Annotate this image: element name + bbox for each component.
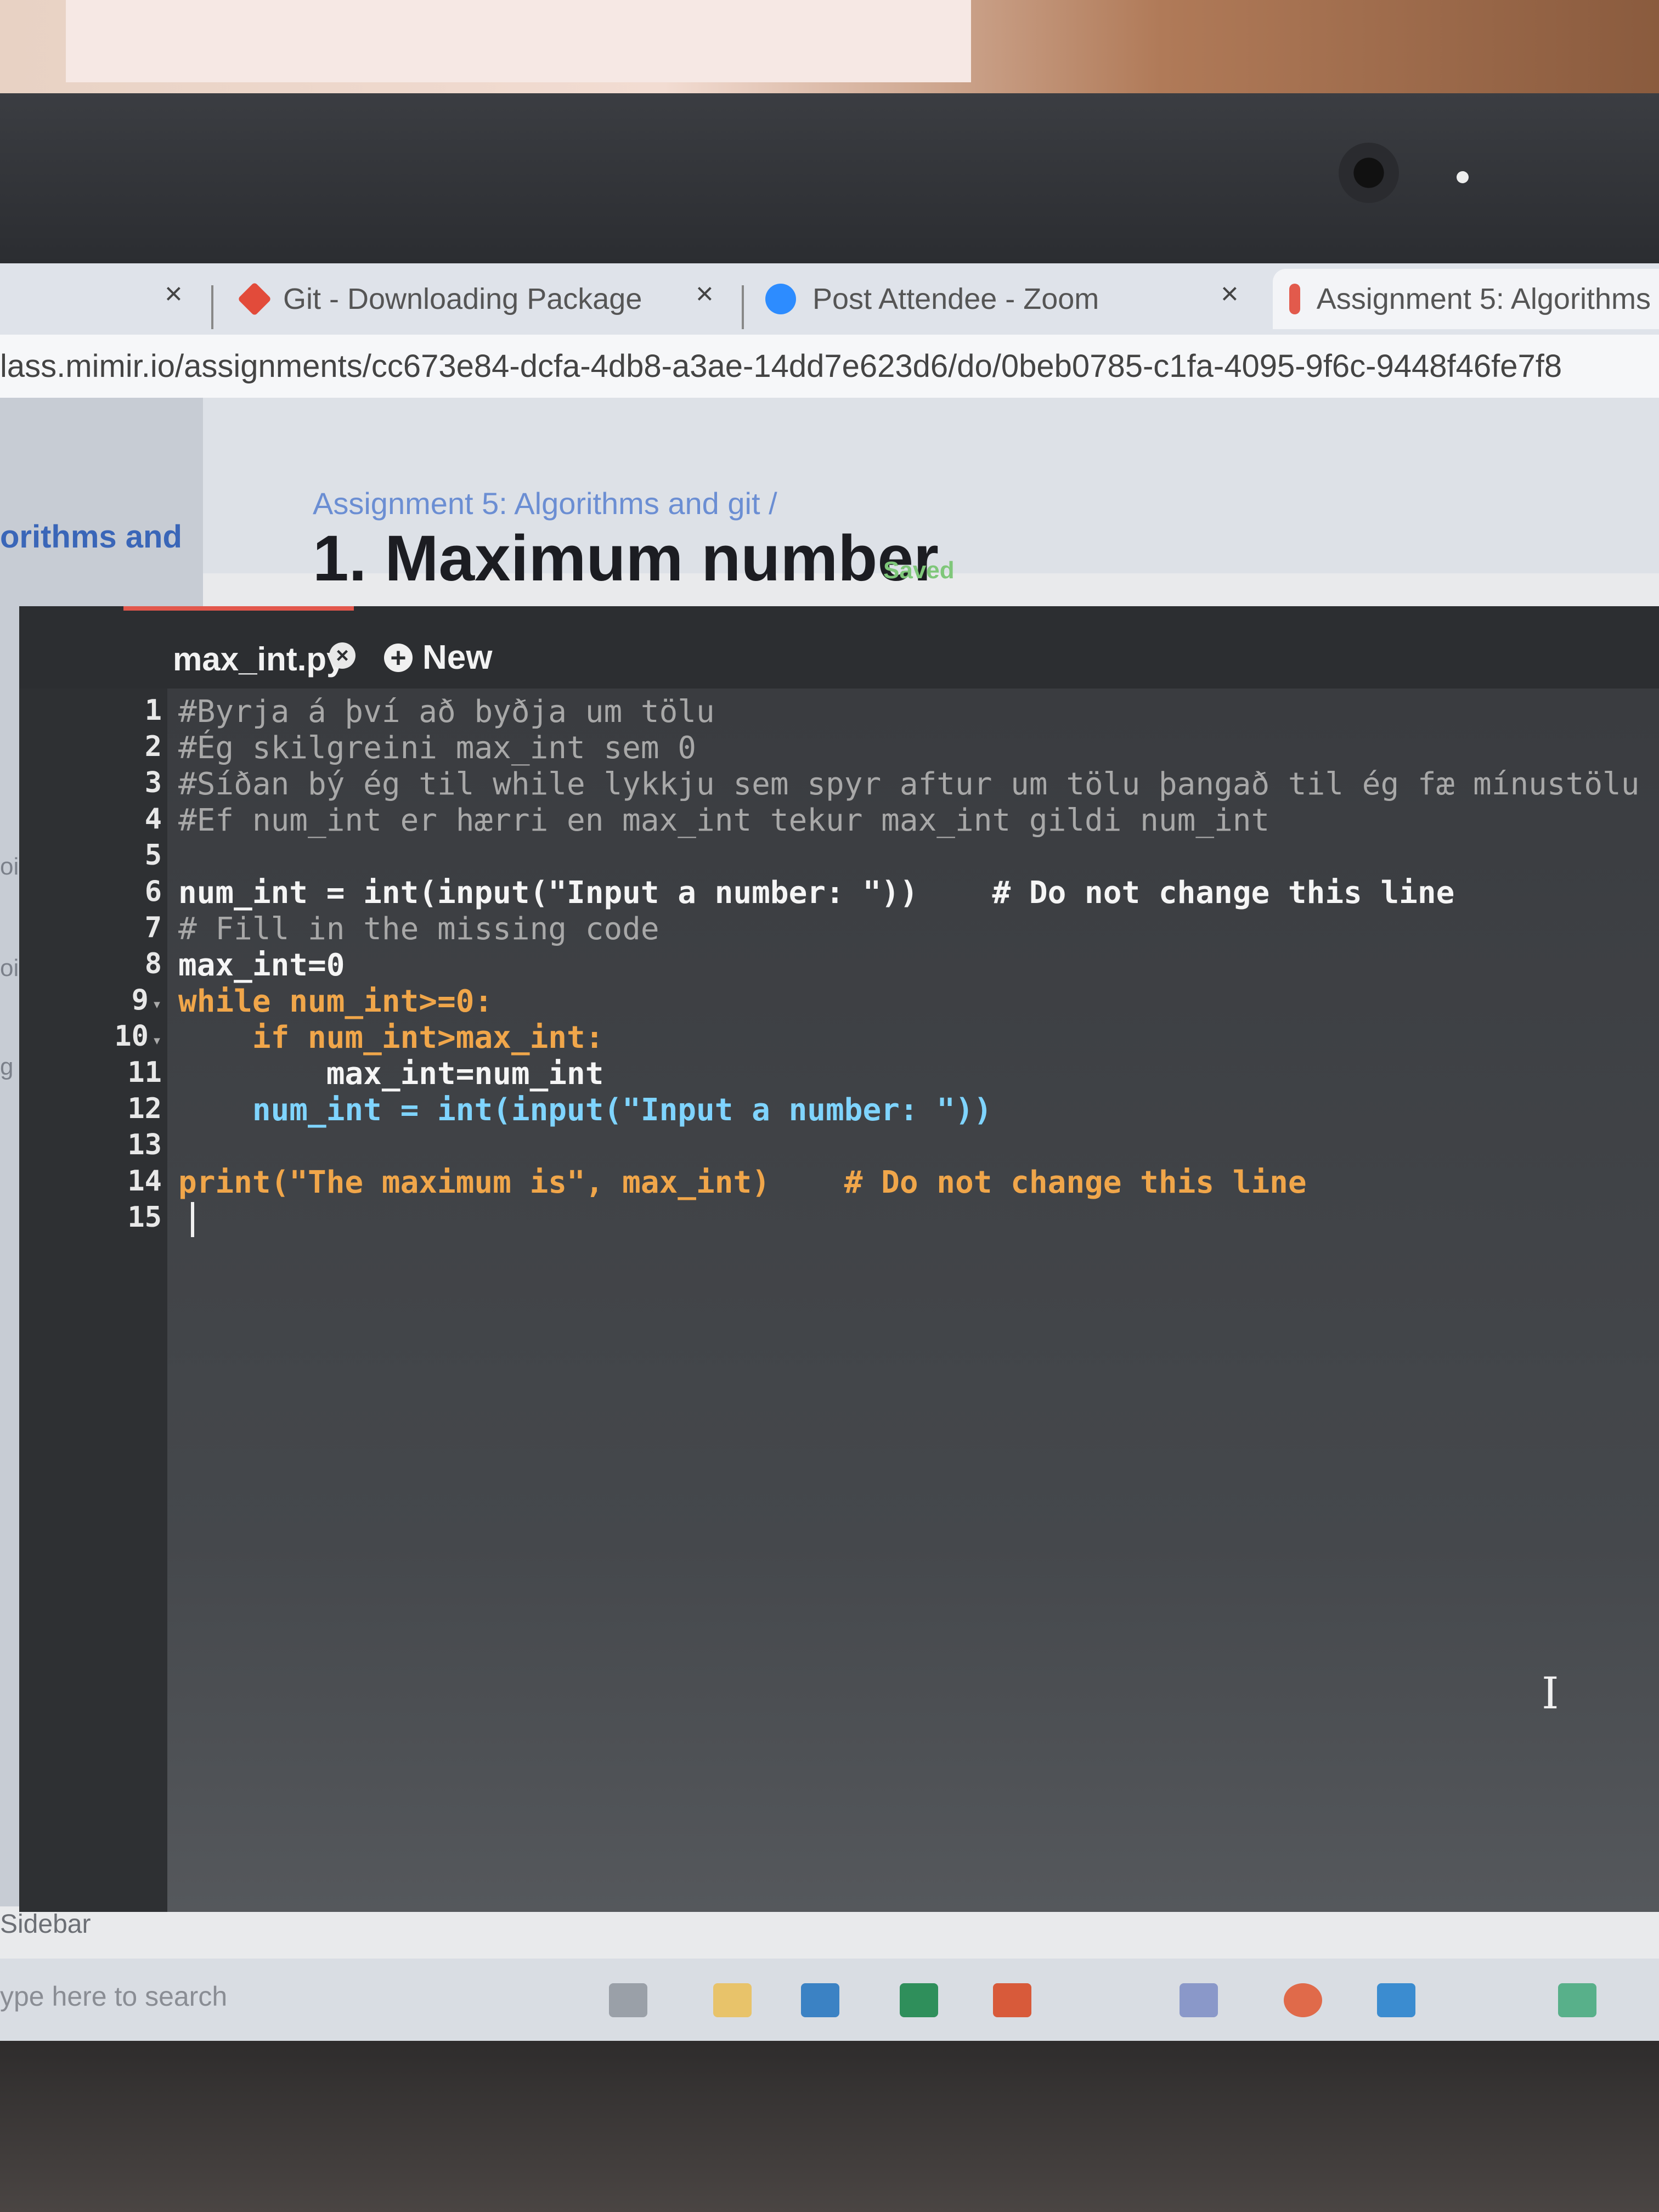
ibeam-cursor-icon: I [1542, 1668, 1559, 1719]
file-explorer-icon[interactable] [713, 1983, 752, 2017]
file-tab-bar: max_int.py × + New [19, 606, 1659, 689]
code-line[interactable]: 10 ▾ if num_int>max_int: [19, 1020, 1659, 1056]
line-number: 1 [144, 694, 162, 727]
tab-git-download[interactable]: Git - Downloading Package [236, 269, 713, 329]
line-number: 6 [144, 875, 162, 908]
mimir-icon [1289, 284, 1300, 314]
code-text: #Síðan bý ég til while lykkju sem spyr a… [178, 766, 1640, 802]
code-text: #Ég skilgreini max_int sem 0 [178, 730, 697, 766]
line-number: 10 ▾ [85, 1020, 162, 1053]
tab-separator [742, 285, 744, 329]
code-text: max_int=0 [178, 947, 345, 983]
file-tab-label: max_int.py [173, 641, 345, 678]
line-number: 2 [144, 730, 162, 763]
active-tab-indicator [123, 606, 354, 611]
code-text: num_int = int(input("Input a number: "))… [178, 875, 1455, 911]
line-number: 8 [144, 947, 162, 980]
laptop-bezel-top [0, 93, 1659, 263]
laptop-bezel-bottom [0, 2041, 1659, 2212]
code-text: # Fill in the missing code [178, 911, 659, 947]
code-text: while num_int>=0: [178, 984, 493, 1019]
line-number: 11 [127, 1056, 162, 1089]
new-file-label: New [422, 639, 493, 676]
tab-title: Assignment 5: Algorithms a [1316, 283, 1659, 315]
code-editor: max_int.py × + New 1 #Byrja á því að byð… [19, 606, 1659, 1912]
plus-icon: + [384, 643, 413, 672]
close-tab-icon[interactable]: × [696, 275, 714, 311]
os-taskbar: ype here to search [0, 1959, 1659, 2041]
screen: × Git - Downloading Package × Post Atten… [0, 263, 1659, 2041]
sidebar-item[interactable]: g [0, 1053, 13, 1081]
line-number: 4 [144, 803, 162, 836]
code-line[interactable]: 9 ▾ while num_int>=0: [19, 984, 1659, 1020]
saved-status-badge: Saved [883, 557, 955, 584]
code-line[interactable]: 7 # Fill in the missing code [19, 911, 1659, 947]
line-number: 7 [144, 911, 162, 944]
tab-title: Post Attendee - Zoom [812, 283, 1099, 315]
task-view-icon[interactable] [609, 1983, 647, 2017]
line-number: 13 [127, 1128, 162, 1161]
app-icon[interactable] [1377, 1983, 1415, 2017]
chat-icon[interactable] [1558, 1983, 1596, 2017]
code-line[interactable]: 6 num_int = int(input("Input a number: "… [19, 875, 1659, 911]
webcam-icon [1339, 143, 1399, 203]
code-line[interactable]: 3 #Síðan bý ég til while lykkju sem spyr… [19, 766, 1659, 803]
breadcrumb[interactable]: Assignment 5: Algorithms and git / [313, 486, 777, 521]
close-file-icon[interactable]: × [329, 642, 356, 669]
code-text: num_int = int(input("Input a number: ")) [178, 1092, 992, 1128]
tab-assignment[interactable]: Assignment 5: Algorithms a [1273, 269, 1659, 329]
zoom-icon [765, 284, 796, 314]
tab-zoom[interactable]: Post Attendee - Zoom [765, 269, 1243, 329]
close-tab-icon[interactable]: × [1221, 275, 1239, 311]
code-line[interactable]: 13 [19, 1128, 1659, 1165]
address-bar[interactable]: lass.mimir.io/assignments/cc673e84-dcfa-… [0, 335, 1659, 399]
line-number-value: 9 [131, 984, 149, 1017]
line-number: 3 [144, 766, 162, 799]
code-text: if num_int>max_int: [178, 1020, 604, 1056]
code-line[interactable]: 14 print("The maximum is", max_int) # Do… [19, 1165, 1659, 1201]
line-number: 12 [127, 1092, 162, 1125]
code-line[interactable]: 1 #Byrja á því að byðja um tölu [19, 694, 1659, 730]
code-text: #Byrja á því að byðja um tölu [178, 694, 715, 730]
code-text: max_int=num_int [178, 1056, 604, 1092]
code-line[interactable]: 15 [19, 1201, 1659, 1237]
line-number: 14 [127, 1165, 162, 1198]
code-text: print("The maximum is", max_int) # Do no… [178, 1165, 1307, 1200]
tab-title: Git - Downloading Package [283, 283, 642, 315]
webcam-led [1457, 171, 1469, 183]
browser-tab-bar: × Git - Downloading Package × Post Atten… [0, 263, 1659, 335]
word-icon[interactable] [801, 1983, 839, 2017]
code-line[interactable]: 11 max_int=num_int [19, 1056, 1659, 1092]
powerpoint-icon[interactable] [993, 1983, 1031, 2017]
code-line[interactable]: 8 max_int=0 [19, 947, 1659, 984]
line-number: 9 ▾ [85, 984, 162, 1017]
file-tab-max-int[interactable]: max_int.py × [123, 606, 370, 689]
sidebar-toggle[interactable]: Sidebar [0, 1909, 91, 1939]
code-line[interactable]: 4 #Ef num_int er hærri en max_int tekur … [19, 803, 1659, 839]
fold-arrow-icon[interactable]: ▾ [152, 995, 162, 1014]
page-title: 1. Maximum number [313, 522, 939, 595]
new-file-button[interactable]: + New [384, 638, 492, 677]
paper-sheet [66, 0, 971, 82]
line-number-value: 10 [114, 1020, 149, 1053]
code-text: #Ef num_int er hærri en max_int tekur ma… [178, 803, 1270, 838]
sidebar-title[interactable]: orithms and [0, 518, 182, 555]
code-line[interactable]: 2 #Ég skilgreini max_int sem 0 [19, 730, 1659, 766]
close-tab-icon[interactable]: × [165, 275, 183, 311]
chrome-icon[interactable] [1284, 1983, 1322, 2017]
git-icon [237, 281, 272, 317]
code-line[interactable]: 12 num_int = int(input("Input a number: … [19, 1092, 1659, 1128]
fold-arrow-icon[interactable]: ▾ [152, 1031, 162, 1050]
line-number: 15 [127, 1201, 162, 1234]
url-text[interactable]: lass.mimir.io/assignments/cc673e84-dcfa-… [0, 348, 1562, 385]
code-line[interactable]: 5 [19, 839, 1659, 875]
tab-separator [211, 285, 213, 329]
text-cursor [191, 1202, 194, 1237]
taskbar-search[interactable]: ype here to search [0, 1980, 227, 2012]
excel-icon[interactable] [900, 1983, 938, 2017]
line-number: 5 [144, 839, 162, 872]
teams-icon[interactable] [1180, 1983, 1218, 2017]
